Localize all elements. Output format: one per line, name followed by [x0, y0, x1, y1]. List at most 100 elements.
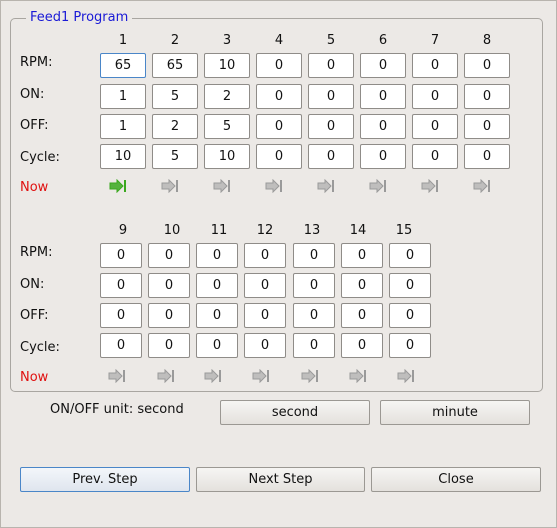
row-label-off: OFF: — [20, 118, 49, 133]
cycle-field[interactable]: 10 — [100, 144, 146, 169]
arrow-into-bar-icon — [317, 179, 334, 193]
close-button[interactable]: Close — [371, 467, 541, 492]
rpm-field[interactable]: 10 — [204, 53, 250, 78]
column-number: 7 — [430, 33, 440, 48]
arrow-into-bar-icon — [157, 369, 174, 383]
arrow-into-bar-icon — [369, 179, 386, 193]
cycle-field[interactable]: 0 — [389, 333, 431, 358]
row-label-rpm: RPM: — [20, 245, 53, 260]
cycle-field[interactable]: 0 — [412, 144, 458, 169]
off-field[interactable]: 0 — [341, 303, 383, 328]
on-field[interactable]: 0 — [100, 273, 142, 298]
row-label-on: ON: — [20, 87, 45, 102]
off-field[interactable]: 0 — [308, 114, 354, 139]
on-field[interactable]: 0 — [293, 273, 335, 298]
cycle-field[interactable]: 0 — [196, 333, 238, 358]
column-number: 15 — [395, 223, 413, 238]
rpm-field[interactable]: 0 — [196, 243, 238, 268]
cycle-field[interactable]: 5 — [152, 144, 198, 169]
on-field[interactable]: 1 — [100, 84, 146, 109]
rpm-field[interactable]: 0 — [341, 243, 383, 268]
cycle-field[interactable]: 10 — [204, 144, 250, 169]
column-number: 1 — [118, 33, 128, 48]
off-field[interactable]: 0 — [148, 303, 190, 328]
column-number: 5 — [326, 33, 336, 48]
on-field[interactable]: 0 — [256, 84, 302, 109]
off-field[interactable]: 0 — [293, 303, 335, 328]
off-field[interactable]: 5 — [204, 114, 250, 139]
cycle-field[interactable]: 0 — [341, 333, 383, 358]
rpm-field[interactable]: 0 — [100, 243, 142, 268]
now-label: Now — [20, 180, 49, 195]
rpm-field[interactable]: 65 — [100, 53, 146, 78]
row-label-cycle: Cycle: — [20, 340, 60, 355]
arrow-into-bar-icon — [108, 369, 125, 383]
off-field[interactable]: 2 — [152, 114, 198, 139]
on-field[interactable]: 2 — [204, 84, 250, 109]
off-field[interactable]: 0 — [360, 114, 406, 139]
arrow-into-bar-icon — [109, 179, 126, 193]
column-number: 3 — [222, 33, 232, 48]
row-label-on: ON: — [20, 277, 45, 292]
rpm-field[interactable]: 0 — [464, 53, 510, 78]
arrow-into-bar-icon — [161, 179, 178, 193]
off-field[interactable]: 0 — [100, 303, 142, 328]
off-field[interactable]: 0 — [464, 114, 510, 139]
row-label-cycle: Cycle: — [20, 150, 60, 165]
rpm-field[interactable]: 0 — [148, 243, 190, 268]
off-field[interactable]: 1 — [100, 114, 146, 139]
off-field[interactable]: 0 — [389, 303, 431, 328]
rpm-field[interactable]: 0 — [308, 53, 354, 78]
rpm-field[interactable]: 0 — [412, 53, 458, 78]
row-label-off: OFF: — [20, 308, 49, 323]
minute-button[interactable]: minute — [380, 400, 530, 425]
cycle-field[interactable]: 0 — [293, 333, 335, 358]
column-number: 14 — [349, 223, 367, 238]
off-field[interactable]: 0 — [244, 303, 286, 328]
on-field[interactable]: 0 — [464, 84, 510, 109]
arrow-into-bar-icon — [473, 179, 490, 193]
cycle-field[interactable]: 0 — [100, 333, 142, 358]
on-field[interactable]: 0 — [389, 273, 431, 298]
column-number: 4 — [274, 33, 284, 48]
on-field[interactable]: 0 — [412, 84, 458, 109]
prev-step-button[interactable]: Prev. Step — [20, 467, 190, 492]
on-field[interactable]: 0 — [244, 273, 286, 298]
arrow-into-bar-icon — [349, 369, 366, 383]
on-field[interactable]: 0 — [360, 84, 406, 109]
column-number: 8 — [482, 33, 492, 48]
rpm-field[interactable]: 0 — [256, 53, 302, 78]
off-field[interactable]: 0 — [412, 114, 458, 139]
rpm-field[interactable]: 0 — [293, 243, 335, 268]
rpm-field[interactable]: 65 — [152, 53, 198, 78]
cycle-field[interactable]: 0 — [256, 144, 302, 169]
group-title: Feed1 Program — [26, 10, 133, 25]
off-field[interactable]: 0 — [196, 303, 238, 328]
now-label: Now — [20, 370, 49, 385]
unit-label: ON/OFF unit: second — [50, 402, 184, 417]
arrow-into-bar-icon — [204, 369, 221, 383]
column-number: 11 — [210, 223, 228, 238]
next-step-button[interactable]: Next Step — [196, 467, 365, 492]
column-number: 2 — [170, 33, 180, 48]
arrow-into-bar-icon — [265, 179, 282, 193]
cycle-field[interactable]: 0 — [360, 144, 406, 169]
rpm-field[interactable]: 0 — [360, 53, 406, 78]
cycle-field[interactable]: 0 — [308, 144, 354, 169]
rpm-field[interactable]: 0 — [389, 243, 431, 268]
cycle-field[interactable]: 0 — [464, 144, 510, 169]
arrow-into-bar-icon — [252, 369, 269, 383]
on-field[interactable]: 0 — [308, 84, 354, 109]
second-button[interactable]: second — [220, 400, 370, 425]
cycle-field[interactable]: 0 — [148, 333, 190, 358]
off-field[interactable]: 0 — [256, 114, 302, 139]
on-field[interactable]: 0 — [148, 273, 190, 298]
on-field[interactable]: 0 — [341, 273, 383, 298]
cycle-field[interactable]: 0 — [244, 333, 286, 358]
on-field[interactable]: 0 — [196, 273, 238, 298]
rpm-field[interactable]: 0 — [244, 243, 286, 268]
arrow-into-bar-icon — [421, 179, 438, 193]
arrow-into-bar-icon — [213, 179, 230, 193]
column-number: 12 — [256, 223, 274, 238]
on-field[interactable]: 5 — [152, 84, 198, 109]
